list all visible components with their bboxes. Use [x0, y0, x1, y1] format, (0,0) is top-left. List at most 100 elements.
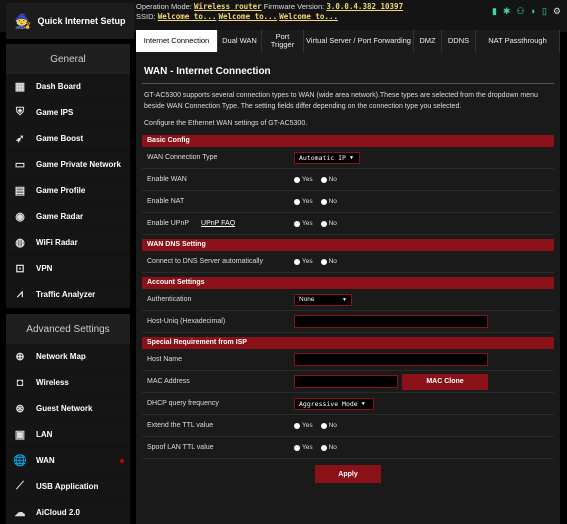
- tab-virtual-server[interactable]: Virtual Server / Port Forwarding: [304, 30, 414, 52]
- enable-upnp-no-radio[interactable]: No: [320, 220, 337, 227]
- sidebar-item-guest-network[interactable]: ⊛ Guest Network: [6, 396, 130, 422]
- radio-no-label: No: [328, 422, 337, 429]
- enable-upnp-yes-radio[interactable]: Yes: [294, 220, 313, 227]
- sidebar-item-game-ips[interactable]: ⛨ Game IPS: [6, 100, 130, 126]
- profile-icon: ▤: [14, 185, 26, 197]
- tab-internet-connection[interactable]: Internet Connection: [136, 30, 218, 52]
- wireless-icon: ◘: [16, 376, 24, 389]
- top-bar: 🧙 Quick Internet Setup Operation Mode: W…: [0, 0, 567, 39]
- radio-unchecked-icon: [320, 258, 327, 265]
- tab-port-trigger[interactable]: Port Trigger: [262, 30, 304, 52]
- extend-ttl-yes-radio[interactable]: Yes: [294, 422, 313, 429]
- radio-checked-icon: [320, 444, 327, 451]
- sidebar-item-dashboard[interactable]: ▦ Dash Board: [6, 74, 130, 100]
- authentication-row: Authentication None ▼: [142, 289, 554, 311]
- sidebar: General ▦ Dash Board ⛨ Game IPS ➶ Game Boos…: [0, 40, 136, 524]
- ssid-link-1[interactable]: Welcome to...: [158, 12, 217, 21]
- enable-nat-row: Enable NAT Yes No: [142, 191, 554, 213]
- radar-icon: ◉: [15, 211, 25, 223]
- users-icon[interactable]: ⚇: [516, 6, 524, 16]
- radio-no-label: No: [328, 176, 337, 183]
- extend-ttl-no-radio[interactable]: No: [320, 422, 337, 429]
- sidebar-item-vpn[interactable]: ⊡ VPN: [6, 256, 130, 282]
- ssid-link-2[interactable]: Welcome to...: [218, 12, 277, 21]
- sidebar-item-network-map[interactable]: ⊕ Network Map: [6, 344, 130, 370]
- lan-icon: ▣: [14, 429, 26, 441]
- ssid-label: SSID:: [136, 12, 156, 21]
- host-name-label: Host Name: [147, 356, 183, 363]
- authentication-label: Authentication: [147, 296, 192, 303]
- apply-container: Apply: [142, 459, 554, 483]
- enable-wan-yes-radio[interactable]: Yes: [294, 176, 313, 183]
- aiprotection-icon[interactable]: ✱: [503, 6, 511, 16]
- sidebar-item-wan[interactable]: 🌐 WAN: [6, 448, 130, 474]
- configure-text: Configure the Ethernet WAN settings of G…: [144, 120, 308, 127]
- ssid-link-3[interactable]: Welcome to...: [279, 12, 338, 21]
- radio-checked-icon: [294, 258, 300, 265]
- tab-dual-wan[interactable]: Dual WAN: [218, 30, 262, 52]
- enable-wan-label: Enable WAN: [147, 176, 187, 183]
- spoof-ttl-yes-radio[interactable]: Yes: [294, 444, 313, 451]
- dhcp-query-frequency-value: Aggressive Mode: [299, 399, 358, 408]
- sidebar-item-game-radar[interactable]: ◉ Game Radar: [6, 204, 130, 230]
- sidebar-item-wifi-radar[interactable]: ◍ WiFi Radar: [6, 230, 130, 256]
- general-heading: General: [6, 44, 130, 74]
- sidebar-item-wireless[interactable]: ◘ Wireless: [6, 370, 130, 396]
- radio-no-label: No: [328, 220, 337, 227]
- cloud-icon: ☁: [14, 507, 26, 519]
- sidebar-item-game-private-network[interactable]: ▭ Game Private Network: [6, 152, 130, 178]
- traffic-analyzer-icon: ⩘: [16, 288, 24, 300]
- network-status-icon[interactable]: ▮: [492, 6, 497, 16]
- wan-connection-type-value: Automatic IP: [299, 153, 346, 162]
- page-title: WAN - Internet Connection: [142, 52, 554, 84]
- host-uniq-input[interactable]: [294, 315, 488, 328]
- connect-dns-yes-radio[interactable]: Yes: [294, 258, 313, 265]
- tab-dmz[interactable]: DMZ: [414, 30, 442, 52]
- enable-nat-no-radio[interactable]: No: [320, 198, 337, 205]
- tab-nat-passthrough[interactable]: NAT Passthrough: [476, 30, 560, 52]
- dhcp-query-frequency-label: DHCP query frequency: [147, 400, 219, 407]
- sidebar-item-game-boost[interactable]: ➶ Game Boost: [6, 126, 130, 152]
- sidebar-item-game-profile[interactable]: ▤ Game Profile: [6, 178, 130, 204]
- enable-wan-no-radio[interactable]: No: [320, 176, 337, 183]
- extend-ttl-label: Extend the TTL value: [147, 422, 214, 429]
- operation-mode-link[interactable]: Wireless router: [194, 2, 262, 11]
- wifi-icon[interactable]: ◗: [531, 6, 536, 16]
- quick-internet-setup-button[interactable]: 🧙 Quick Internet Setup: [6, 3, 134, 39]
- chevron-down-icon: ▼: [361, 400, 365, 407]
- connect-dns-no-radio[interactable]: No: [320, 258, 337, 265]
- sidebar-item-aicloud[interactable]: ☁ AiCloud 2.0: [6, 500, 130, 524]
- enable-nat-label: Enable NAT: [147, 198, 185, 205]
- dashboard-icon: ▦: [14, 81, 26, 93]
- host-name-input[interactable]: [294, 353, 488, 366]
- host-uniq-row: Host-Uniq (Hexadecimal): [142, 311, 554, 333]
- spoof-ttl-row: Spoof LAN TTL value Yes No: [142, 437, 554, 459]
- radio-yes-label: Yes: [302, 176, 313, 183]
- monitor-icon: ▭: [14, 159, 26, 171]
- firmware-link[interactable]: 3.0.0.4.382_10397: [326, 2, 403, 11]
- radio-yes-label: Yes: [302, 444, 313, 451]
- mac-address-label: MAC Address: [147, 378, 190, 385]
- operation-mode-label: Operation Mode:: [136, 2, 192, 11]
- dhcp-query-frequency-select[interactable]: Aggressive Mode ▼: [294, 397, 374, 410]
- settings-icon[interactable]: ⚙: [553, 6, 561, 16]
- apply-button[interactable]: Apply: [315, 465, 381, 483]
- wan-connection-type-row: WAN Connection Type Automatic IP ▼: [142, 147, 554, 169]
- spoof-ttl-no-radio[interactable]: No: [320, 444, 337, 451]
- wan-connection-type-select[interactable]: Automatic IP ▼: [294, 151, 360, 164]
- sidebar-item-lan[interactable]: ▣ LAN: [6, 422, 130, 448]
- tab-ddns[interactable]: DDNS: [442, 30, 476, 52]
- connect-dns-label: Connect to DNS Server automatically: [147, 258, 263, 265]
- mac-address-input[interactable]: [294, 375, 398, 388]
- upnp-faq-link[interactable]: UPnP FAQ: [201, 220, 235, 227]
- radio-yes-label: Yes: [302, 422, 313, 429]
- usb-icon[interactable]: ▯: [542, 6, 547, 16]
- operation-info: Operation Mode: Wireless router Firmware…: [136, 2, 403, 22]
- enable-nat-yes-radio[interactable]: Yes: [294, 198, 313, 205]
- radio-yes-label: Yes: [302, 220, 313, 227]
- authentication-select[interactable]: None ▼: [294, 293, 352, 306]
- sidebar-item-traffic-analyzer[interactable]: ⩘ Traffic Analyzer: [6, 282, 130, 308]
- firmware-label: Firmware Version:: [263, 2, 325, 11]
- mac-clone-button[interactable]: MAC Clone: [402, 373, 488, 390]
- sidebar-item-usb-application[interactable]: ⟋ USB Application: [6, 474, 130, 500]
